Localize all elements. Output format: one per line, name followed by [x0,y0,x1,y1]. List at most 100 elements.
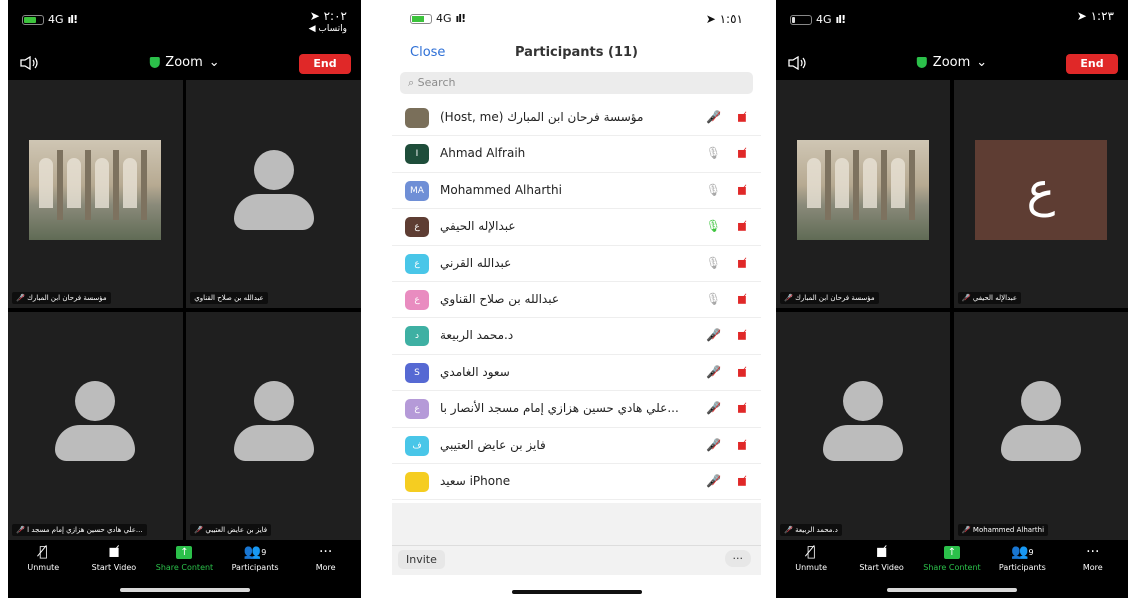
participant-row[interactable]: ع عبدالله بن صلاح القناوي 🎙 ◼̸ [392,282,761,319]
unmute-button[interactable]: 🎙̸ Unmute [13,544,73,584]
home-indicator[interactable] [511,590,642,594]
camera-off-icon: ◼̸ [737,146,747,161]
participant-name-label: 🎤̸ مؤسسة فرحان ابن المبارك [780,292,879,305]
participant-name-label: 🎤̸ فايز بن عايض العتيبي [190,524,272,536]
video-tile[interactable]: 🎤̸ فايز بن عايض العتيبي [186,311,361,540]
home-indicator[interactable] [887,588,1017,592]
close-button[interactable]: Close [410,45,445,60]
end-meeting-button[interactable]: End [1066,54,1118,74]
participants-screen: 4G ıl! ➤ ١:٥١ Close Participants (11) ⌕ … [392,0,761,598]
start-video-button[interactable]: ◼̸ Start Video [852,544,912,584]
letter-avatar: ع [974,139,1107,240]
speaker-icon[interactable] [788,56,806,70]
participants-button[interactable]: 👥 9 Participants [992,544,1052,584]
meeting-toolbar: 🎙̸ Unmute ◼̸ Start Video ↑ Share Content 👥 9… [776,544,1128,584]
mosque-photo [797,139,930,240]
participants-button[interactable]: 👥 9 Participants [225,544,285,584]
meeting-title-dropdown[interactable]: Zoom ⌄ [916,55,988,70]
battery-indicator: 4G ıl! [410,12,466,25]
back-to-app-link[interactable]: ◀ واتساب [309,23,347,36]
shield-icon [149,57,160,68]
mic-muted-icon: 🎤̸ [706,364,721,379]
speaker-icon[interactable] [20,56,38,70]
video-tile[interactable]: 🎤̸ مؤسسة فرحان ابن المبارك [776,80,951,309]
participant-name: Mohammed Alharthi [440,182,562,197]
mic-icon: 🎙 [705,255,721,270]
network-label: 4G [816,13,832,26]
participant-row[interactable]: ف فايز بن عايض العتيبي 🎤̸ ◼̸ [392,428,761,464]
camera-off-icon: ◼̸ [737,110,747,124]
camera-off-icon: ◼̸ [737,437,747,452]
mic-muted-icon: 🎙̸ [39,544,48,560]
video-grid: 🎤̸ مؤسسة فرحان ابن المبارك ع 🎤̸ عبدالإله… [776,80,1128,540]
video-tile[interactable]: 🎤̸ د.محمد الربيعة [776,311,951,540]
meeting-title-dropdown[interactable]: Zoom ⌄ [149,55,220,70]
participant-avatar: ع [405,399,429,420]
participant-row[interactable]: د د.محمد الربيعة 🎤̸ ◼̸ [392,318,761,355]
share-content-button[interactable]: ↑ Share Content [154,544,214,584]
invite-button[interactable]: Invite [398,550,445,569]
clock: ➤ ٢:٠٢ ◀ واتساب [309,10,347,36]
more-dots-icon: ··· [318,544,333,560]
meeting-toolbar: 🎙̸ Unmute ◼̸ Start Video ↑ Share Content 👥 9… [8,544,361,584]
participant-name-label: 🎤̸ Mohammed Alharthi [957,524,1049,536]
mic-muted-icon: 🎤̸ [194,526,206,534]
location-icon: ➤ [309,9,324,23]
video-tile[interactable]: 🎤̸ مؤسسة فرحان ابن المبارك [8,80,183,309]
camera-off-icon: ◼̸ [108,544,120,560]
participant-name: سعيد iPhone [440,473,511,488]
unmute-button[interactable]: 🎙̸ Unmute [781,544,841,584]
search-input[interactable]: ⌕ Search [400,72,753,94]
mic-muted-icon: 🎤̸ [16,294,28,303]
participant-row[interactable]: ع عبدالله القرني 🎙 ◼̸ [392,246,761,282]
search-icon: ⌕ [408,76,418,89]
left-meeting-screen: 4G ıl! ➤ ٢:٠٢ ◀ واتساب Zoom ⌄ End 🎤̸ مؤس… [8,0,361,598]
video-tile[interactable]: 🎤̸ Mohammed Alharthi [953,311,1128,540]
camera-off-icon: ◼̸ [737,219,747,234]
camera-off-icon: ◼̸ [737,364,747,379]
participant-row[interactable]: (Host, me) مؤسسة فرحان ابن المبارك 🎤̸ ◼̸ [392,100,761,137]
camera-off-icon: ◼̸ [737,401,747,416]
participant-avatar: MA [405,180,429,201]
network-label: 4G [436,12,452,25]
camera-off-icon: ◼̸ [737,255,747,270]
participants-list: (Host, me) مؤسسة فرحان ابن المبارك 🎤̸ ◼̸ I A… [392,100,761,501]
participant-name: فايز بن عايض العتيبي [440,437,546,452]
video-tile[interactable]: 🎤̸ علي هادي حسين هزازي إمام مسجد ا... [8,311,183,540]
avatar-placeholder-icon [55,381,136,462]
battery-icon [22,14,44,25]
video-tile[interactable]: ع 🎤̸ عبدالإله الحيفي [953,80,1128,309]
participant-row[interactable]: ع عبدالإله الحيفي 🎙 ◼̸ [392,209,761,246]
mic-icon: 🎙 [705,182,721,197]
start-video-button[interactable]: ◼̸ Start Video [84,544,144,584]
home-indicator[interactable] [119,588,250,592]
participants-footer: Invite ··· [392,545,761,575]
share-arrow-icon: ↑ [943,545,960,559]
video-tile[interactable]: عبدالله بن صلاح القناوي [186,80,361,309]
participant-row[interactable]: سعيد iPhone 🎤̸ ◼̸ [392,464,761,501]
participant-name: سعود الغامدي [440,364,510,379]
participant-row[interactable]: S سعود الغامدي 🎤̸ ◼̸ [392,355,761,392]
share-content-button[interactable]: ↑ Share Content [922,544,982,584]
participant-row[interactable]: I Ahmad Alfraih 🎙 ◼̸ [392,136,761,173]
participant-avatar: د [405,326,429,347]
end-meeting-button[interactable]: End [299,54,351,74]
participants-header: Close Participants (11) [392,38,761,68]
camera-off-icon: ◼̸ [737,473,747,488]
more-button[interactable]: ··· More [296,544,356,584]
participant-name: عبدالإله الحيفي [440,219,516,234]
participant-row[interactable]: ع علي هادي حسين هزازي إمام مسجد الأنصار ب… [392,391,761,428]
participant-name: د.محمد الربيعة [440,328,514,343]
chevron-down-icon: ⌄ [976,55,988,70]
clock: ➤ ١:٥١ [705,12,743,26]
participant-name-label: 🎤̸ مؤسسة فرحان ابن المبارك [12,292,111,305]
mic-muted-icon: 🎤̸ [706,401,721,416]
more-button[interactable]: ··· More [1063,544,1123,584]
participant-avatar: I [405,144,429,165]
location-icon: ➤ [705,12,720,26]
participant-row[interactable]: MA Mohammed Alharthi 🎙 ◼̸ [392,173,761,210]
more-options-button[interactable]: ··· [724,550,751,567]
battery-indicator: 4G ıl! [22,13,78,26]
clock: ➤ ١:٢٣ [1076,9,1114,23]
screenshot-collage: 4G ıl! ➤ ٢:٠٢ ◀ واتساب Zoom ⌄ End 🎤̸ مؤس… [0,0,1128,598]
